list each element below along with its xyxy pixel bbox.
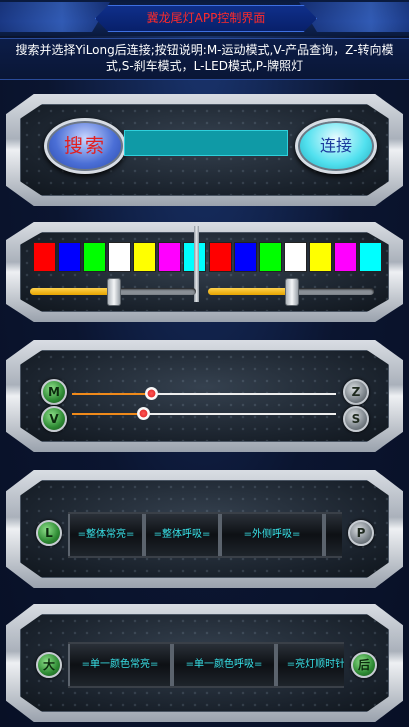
left-color-swatch[interactable] bbox=[158, 242, 181, 272]
app-title: 冀龙尾灯APP控制界面 bbox=[95, 5, 317, 32]
slider-fill bbox=[72, 393, 151, 395]
color-panel bbox=[6, 222, 403, 322]
effect-whole-breath[interactable]: =整体呼吸= bbox=[144, 514, 220, 556]
left-color-swatch[interactable] bbox=[133, 242, 156, 272]
color-effects-strip[interactable]: =单一颜色常亮= =单一颜色呼吸= =亮灯顺时针 bbox=[68, 642, 344, 688]
device-display bbox=[124, 130, 288, 156]
instructions-text: 搜索并选择YiLong后连接;按钮说明:M-运动模式,V-产品查询，Z-转向模式… bbox=[0, 38, 409, 80]
mode-v-button[interactable]: V bbox=[41, 406, 67, 432]
right-color-swatch[interactable] bbox=[334, 242, 357, 272]
left-color-swatch[interactable] bbox=[33, 242, 56, 272]
left-color-swatch[interactable] bbox=[83, 242, 106, 272]
effect-single-steady[interactable]: =单一颜色常亮= bbox=[68, 644, 172, 686]
effect-clockwise[interactable]: =亮灯顺时针 bbox=[276, 644, 344, 686]
slider-knob[interactable] bbox=[145, 387, 158, 400]
search-button-label: 搜索 bbox=[63, 135, 106, 157]
effect-next-partial[interactable] bbox=[324, 514, 342, 556]
led-right-button[interactable]: P bbox=[348, 520, 374, 546]
led-left-button[interactable]: L bbox=[36, 520, 62, 546]
color-effects-panel: 大 后 =单一颜色常亮= =单一颜色呼吸= =亮灯顺时针 bbox=[6, 604, 403, 722]
app-header: 冀龙尾灯APP控制界面 bbox=[0, 0, 409, 36]
mode-slider-bottom[interactable] bbox=[72, 407, 336, 421]
left-color-swatch[interactable] bbox=[58, 242, 81, 272]
right-color-swatch[interactable] bbox=[234, 242, 257, 272]
search-button[interactable]: 搜索 bbox=[44, 118, 126, 174]
effect-whole-steady[interactable]: =整体常亮= bbox=[68, 514, 144, 556]
mode-z-button[interactable]: Z bbox=[343, 379, 369, 405]
left-color-swatch[interactable] bbox=[108, 242, 131, 272]
left-color-swatches bbox=[33, 242, 206, 272]
led-effects-strip[interactable]: =整体常亮= =整体呼吸= =外侧呼吸= bbox=[68, 512, 342, 558]
slider-knob[interactable] bbox=[137, 407, 150, 420]
slider-fill bbox=[30, 288, 113, 295]
mode-panel: M V Z S bbox=[6, 340, 403, 452]
effect-outer-breath[interactable]: =外侧呼吸= bbox=[220, 514, 324, 556]
right-color-swatch[interactable] bbox=[259, 242, 282, 272]
left-brightness-slider[interactable] bbox=[30, 278, 196, 306]
mode-m-button[interactable]: M bbox=[41, 379, 67, 405]
led-effects-panel: L P =整体常亮= =整体呼吸= =外侧呼吸= bbox=[6, 470, 403, 588]
effect-single-breath[interactable]: =单一颜色呼吸= bbox=[172, 644, 276, 686]
right-brightness-slider[interactable] bbox=[208, 278, 374, 306]
connect-button-label: 连接 bbox=[319, 136, 352, 155]
right-color-swatch[interactable] bbox=[209, 242, 232, 272]
right-color-swatches bbox=[209, 242, 382, 272]
slider-fill bbox=[72, 413, 143, 415]
right-color-swatch[interactable] bbox=[359, 242, 382, 272]
slider-thumb[interactable] bbox=[107, 278, 121, 306]
mode-slider-top[interactable] bbox=[72, 387, 336, 401]
slider-fill bbox=[208, 288, 291, 295]
color-right-button[interactable]: 后 bbox=[351, 652, 377, 678]
header-wing-left bbox=[0, 2, 110, 32]
connect-button[interactable]: 连接 bbox=[295, 118, 377, 174]
right-color-swatch[interactable] bbox=[309, 242, 332, 272]
right-color-swatch[interactable] bbox=[284, 242, 307, 272]
color-left-button[interactable]: 大 bbox=[36, 652, 62, 678]
connect-panel: 搜索 连接 bbox=[6, 94, 403, 206]
slider-thumb[interactable] bbox=[285, 278, 299, 306]
mode-s-button[interactable]: S bbox=[343, 406, 369, 432]
